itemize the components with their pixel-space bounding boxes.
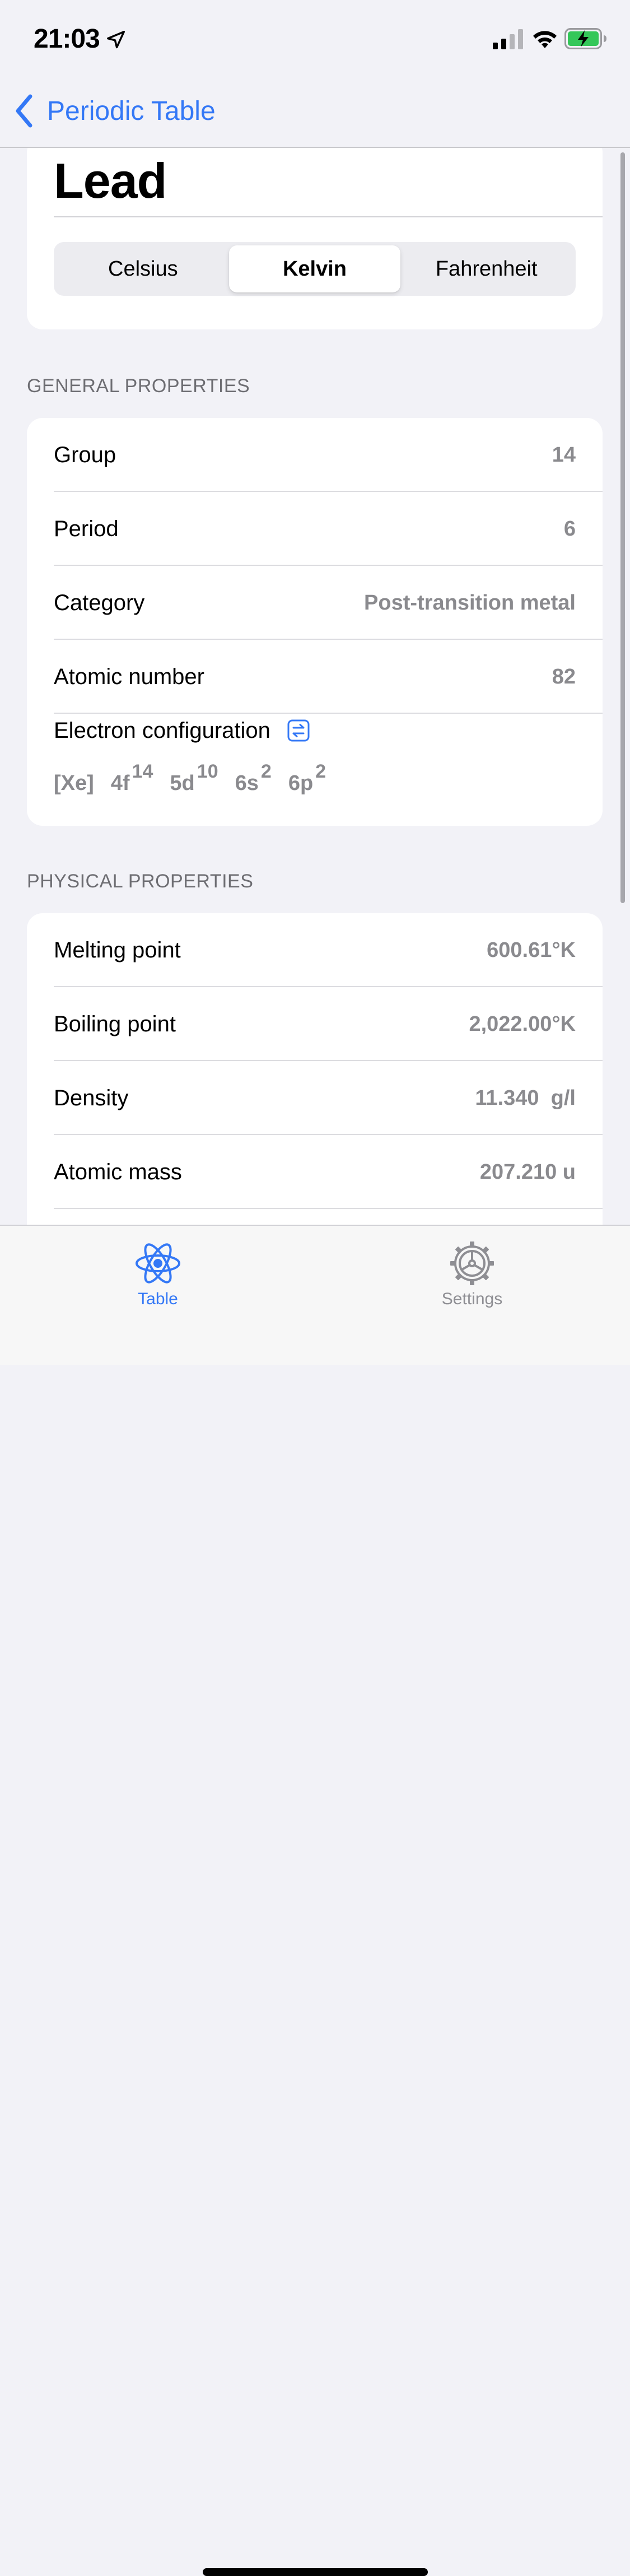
swap-arrows-icon[interactable] <box>287 719 310 742</box>
physical-properties-header: PHYSICAL PROPERTIES <box>27 871 254 892</box>
cellular-signal-icon <box>493 29 523 49</box>
table-row: Melting point 600.61°K <box>27 913 603 987</box>
row-value: 14 <box>552 443 576 467</box>
scroll-indicator[interactable] <box>620 152 625 903</box>
navigation-bar: Periodic Table <box>0 74 630 148</box>
status-bar: 21:03 <box>0 0 630 74</box>
gear-icon <box>450 1241 494 1285</box>
wifi-icon <box>533 31 557 48</box>
electron-configuration-row: Electron configuration <box>54 714 310 747</box>
divider <box>54 216 603 217</box>
orbital: 5d 10 <box>170 761 218 795</box>
back-button-label: Periodic Table <box>47 96 216 126</box>
row-label: Group <box>54 443 116 467</box>
element-name: Lead <box>54 153 167 208</box>
row-value: 82 <box>552 665 576 689</box>
segment-celsius[interactable]: Celsius <box>57 245 229 292</box>
orbital-name: 5d <box>170 771 195 795</box>
row-value: 600.61°K <box>487 938 576 962</box>
atom-icon <box>136 1243 180 1284</box>
home-indicator[interactable] <box>203 2568 428 2576</box>
row-value: 11.340 g/l <box>475 1086 576 1110</box>
orbital-name: 6p <box>288 771 314 795</box>
orbital-electrons: 2 <box>315 761 326 782</box>
tab-label: Table <box>138 1290 178 1308</box>
tab-settings[interactable]: Settings <box>416 1239 528 1309</box>
tab-table[interactable]: Table <box>102 1239 214 1309</box>
element-header-card: Lead Celsius Kelvin Fahrenheit <box>27 148 603 329</box>
location-arrow-icon <box>107 31 125 49</box>
row-value: 6 <box>563 517 576 541</box>
row-label: Boiling point <box>54 1012 176 1036</box>
row-label: Atomic mass <box>54 1160 182 1184</box>
row-value: 2,022.00°K <box>469 1012 576 1036</box>
table-row: Category Post-transition metal <box>27 566 603 640</box>
back-button[interactable]: Periodic Table <box>13 93 216 129</box>
orbital-electrons: 10 <box>197 761 218 782</box>
row-label: Atomic number <box>54 664 204 689</box>
divider <box>54 1208 603 1209</box>
table-row: Atomic mass 207.210 u <box>27 1135 603 1209</box>
orbital-electrons: 14 <box>132 761 153 782</box>
general-properties-card: Group 14 Period 6 Category Post-transiti… <box>27 418 603 826</box>
electron-core: [Xe] <box>54 771 94 795</box>
orbital-name: 4f <box>110 771 130 795</box>
table-row: Group 14 <box>27 418 603 492</box>
row-value: 207.210 u <box>479 1160 576 1184</box>
temperature-unit-segmented-control[interactable]: Celsius Kelvin Fahrenheit <box>54 242 576 296</box>
orbital: 6p 2 <box>288 761 326 795</box>
chevron-left-icon <box>16 94 32 128</box>
segment-fahrenheit[interactable]: Fahrenheit <box>400 245 572 292</box>
row-label: Period <box>54 517 119 541</box>
table-row: Density 11.340 g/l <box>27 1061 603 1135</box>
tab-label: Settings <box>441 1290 503 1308</box>
status-time: 21:03 <box>34 24 100 54</box>
table-row: Atomic number 82 <box>27 640 603 714</box>
row-label: Melting point <box>54 938 181 962</box>
element-detail-scroll-view[interactable]: Lead Celsius Kelvin Fahrenheit GENERAL P… <box>0 148 630 1225</box>
tab-bar: Table Settings <box>0 1225 630 2576</box>
orbital: 4f 14 <box>110 761 153 795</box>
electron-configuration-value: [Xe] 4f 14 5d 10 6s 2 6p 2 <box>54 761 343 796</box>
battery-charging-icon <box>564 28 606 49</box>
row-label: Category <box>54 590 145 615</box>
row-label: Density <box>54 1086 129 1110</box>
orbital-name: 6s <box>235 771 259 795</box>
orbital: 6s 2 <box>235 761 272 795</box>
table-row: Period 6 <box>27 492 603 566</box>
electron-configuration-label: Electron configuration <box>54 718 270 743</box>
segment-kelvin[interactable]: Kelvin <box>228 245 401 292</box>
general-properties-header: GENERAL PROPERTIES <box>27 375 250 397</box>
physical-properties-card: Melting point 600.61°K Boiling point 2,0… <box>27 913 603 1225</box>
orbital-electrons: 2 <box>260 761 272 782</box>
row-value: Post-transition metal <box>364 591 576 615</box>
table-row: Boiling point 2,022.00°K <box>27 987 603 1061</box>
